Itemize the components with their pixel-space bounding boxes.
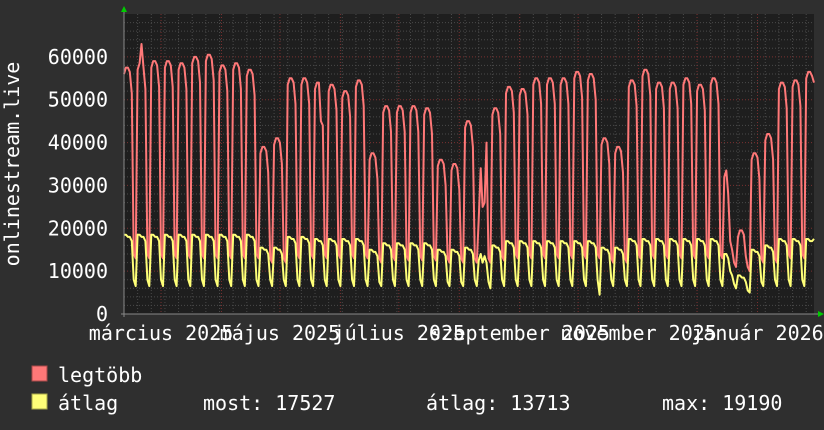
- legend-swatch-avg: [31, 393, 48, 410]
- y-tick-label: 40000: [48, 131, 108, 155]
- y-tick-label: 60000: [48, 45, 108, 69]
- x-axis-arrow-icon: [818, 311, 824, 317]
- y-axis-arrow-icon: [121, 6, 127, 12]
- legend-swatch-max: [31, 365, 48, 382]
- y-tick-label: 10000: [48, 259, 108, 283]
- x-tick-label: március 2025: [89, 321, 234, 345]
- y-tick-label: 30000: [48, 173, 108, 197]
- x-tick-label: január 2026: [691, 321, 823, 345]
- chart-container: 0 10000 20000 30000 40000 50000 60000 március 2…: [0, 0, 824, 430]
- legend-label-avg: átlag: [58, 391, 118, 415]
- x-tick-label: május 2025: [220, 321, 340, 345]
- line-chart: 0100002000030000400005000060000március 2…: [0, 6, 824, 415]
- y-axis-label: onlinestream.live: [0, 62, 24, 267]
- legend-label-max: legtöbb: [58, 363, 142, 387]
- y-tick-label: 50000: [48, 88, 108, 112]
- y-tick-label: 20000: [48, 216, 108, 240]
- stat-maximum: max: 19190: [662, 391, 782, 415]
- stat-average: átlag: 13713: [426, 391, 571, 415]
- stat-current: most: 17527: [203, 391, 335, 415]
